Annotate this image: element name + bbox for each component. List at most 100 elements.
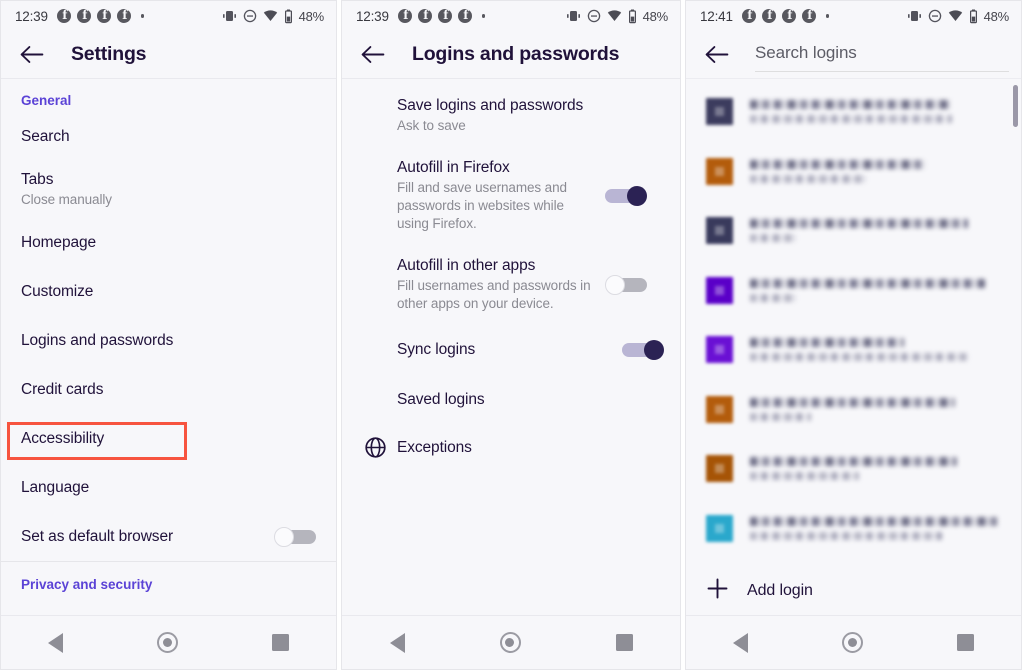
status-icons: 48% [907, 9, 1009, 24]
status-bar: 12:39 f f f f 48% [342, 1, 680, 31]
row-subtitle: Close manually [21, 192, 112, 207]
add-login-button[interactable]: Add login [686, 567, 1021, 615]
more-dot-icon [825, 14, 830, 18]
list-item[interactable] [686, 261, 1021, 321]
login-entries[interactable] [686, 79, 1021, 615]
nav-recents-icon[interactable] [615, 634, 633, 651]
site-favicon [706, 455, 733, 483]
setting-sync-logins[interactable]: Sync logins [342, 322, 680, 371]
login-title-redacted [750, 457, 958, 467]
row-title: Logins and passwords [21, 331, 174, 349]
row-title: Save logins and passwords [397, 97, 584, 114]
site-favicon [706, 276, 733, 304]
sidebar-item-homepage[interactable]: Homepage [1, 218, 336, 267]
login-text-block [750, 219, 1003, 243]
page-title: Settings [71, 43, 147, 65]
sidebar-item-accessibility[interactable]: Accessibility [1, 414, 336, 463]
nav-home-icon[interactable] [157, 632, 178, 653]
default-browser-toggle[interactable] [274, 526, 316, 547]
setting-save-logins-and-passwords[interactable]: Save logins and passwords Ask to save [342, 79, 680, 144]
site-favicon [706, 514, 733, 542]
sidebar-item-customize[interactable]: Customize [1, 267, 336, 316]
nav-recents-icon[interactable] [957, 634, 974, 651]
search-input[interactable]: Search logins [755, 38, 1009, 72]
battery-icon [969, 9, 977, 23]
setting-autofill-in-firefox[interactable]: Autofill in Firefox Fill and save userna… [342, 144, 680, 242]
login-title-redacted [750, 278, 986, 288]
list-item[interactable] [686, 380, 1021, 440]
row-title: Credit cards [21, 380, 104, 398]
row-title: Exceptions [397, 438, 472, 456]
nav-back-icon[interactable] [733, 632, 748, 653]
list-item[interactable] [686, 499, 1021, 559]
status-icons: 48% [566, 9, 668, 24]
search-placeholder: Search logins [755, 43, 857, 62]
list-item[interactable] [686, 201, 1021, 261]
arrow-left-icon[interactable] [359, 41, 387, 69]
login-text-block [750, 397, 1003, 421]
list-item[interactable] [686, 439, 1021, 499]
site-favicon [706, 98, 733, 126]
row-subtitle: Ask to save [397, 118, 466, 133]
nav-back-icon[interactable] [48, 632, 63, 653]
status-icons: 48% [222, 9, 324, 24]
arrow-left-icon[interactable] [18, 41, 46, 69]
section-header-general: General [21, 93, 72, 108]
android-nav-bar [1, 615, 336, 669]
notification-icons [741, 8, 830, 23]
list-item[interactable] [686, 320, 1021, 380]
sidebar-item-tabs[interactable]: Tabs Close manually [1, 161, 336, 218]
row-title: Autofill in other apps [397, 257, 536, 274]
list-item[interactable] [686, 142, 1021, 202]
more-dot-icon [481, 14, 486, 18]
sidebar-item-set-as-default-browser[interactable]: Set as default browser [1, 512, 336, 561]
do-not-disturb-icon [587, 9, 600, 23]
battery-icon [284, 9, 292, 23]
app-bar-logins: Logins and passwords [342, 31, 680, 79]
nav-back-icon[interactable] [389, 632, 405, 653]
sidebar-item-logins-and-passwords[interactable]: Logins and passwords [1, 316, 336, 365]
status-clock: 12:39 [356, 8, 389, 24]
login-username-redacted [750, 115, 953, 124]
login-title-redacted [750, 338, 905, 348]
phone-screen-logins-and-passwords: 12:39 f f f f 48% Logins and passwords S… [341, 0, 681, 670]
setting-autofill-in-other-apps[interactable]: Autofill in other apps Fill usernames an… [342, 242, 680, 322]
facebook-icon [76, 8, 91, 23]
nav-recents-icon[interactable] [272, 634, 289, 651]
android-nav-bar [342, 615, 680, 669]
page-title: Logins and passwords [412, 43, 620, 65]
sidebar-item-language[interactable]: Language [1, 463, 336, 512]
facebook-icon [741, 8, 756, 23]
wifi-icon [263, 10, 277, 21]
login-title-redacted [750, 100, 950, 110]
list-item[interactable] [686, 82, 1021, 142]
login-text-block [750, 457, 1003, 481]
row-title: Set as default browser [21, 527, 174, 545]
sidebar-item-credit-cards[interactable]: Credit cards [1, 365, 336, 414]
sidebar-item-search[interactable]: Search [1, 112, 336, 161]
login-title-redacted [750, 397, 955, 407]
arrow-left-icon[interactable] [703, 41, 731, 69]
row-title: Search [21, 127, 70, 145]
autofill-firefox-toggle[interactable] [605, 185, 647, 206]
sync-logins-toggle[interactable] [622, 340, 664, 360]
autofill-other-apps-toggle[interactable] [605, 274, 647, 295]
more-dot-icon [140, 14, 145, 18]
login-username-redacted [750, 472, 859, 481]
facebook-icon [781, 8, 796, 23]
site-favicon [706, 336, 733, 364]
setting-saved-logins[interactable]: Saved logins [342, 371, 680, 420]
app-bar-search-logins: Search logins [686, 31, 1021, 79]
login-username-redacted [750, 531, 943, 540]
scrollbar-thumb[interactable] [1013, 85, 1018, 127]
facebook-icon [116, 8, 131, 23]
battery-icon [628, 9, 636, 23]
logins-settings-list: Save logins and passwords Ask to save Au… [342, 79, 680, 615]
setting-exceptions[interactable]: Exceptions [342, 420, 680, 469]
nav-home-icon[interactable] [842, 632, 863, 653]
login-text-block [750, 338, 1003, 362]
login-username-redacted [750, 412, 811, 421]
nav-home-icon[interactable] [499, 632, 521, 653]
section-header-privacy-and-security[interactable]: Privacy and security [1, 561, 336, 596]
facebook-icon [397, 8, 412, 23]
